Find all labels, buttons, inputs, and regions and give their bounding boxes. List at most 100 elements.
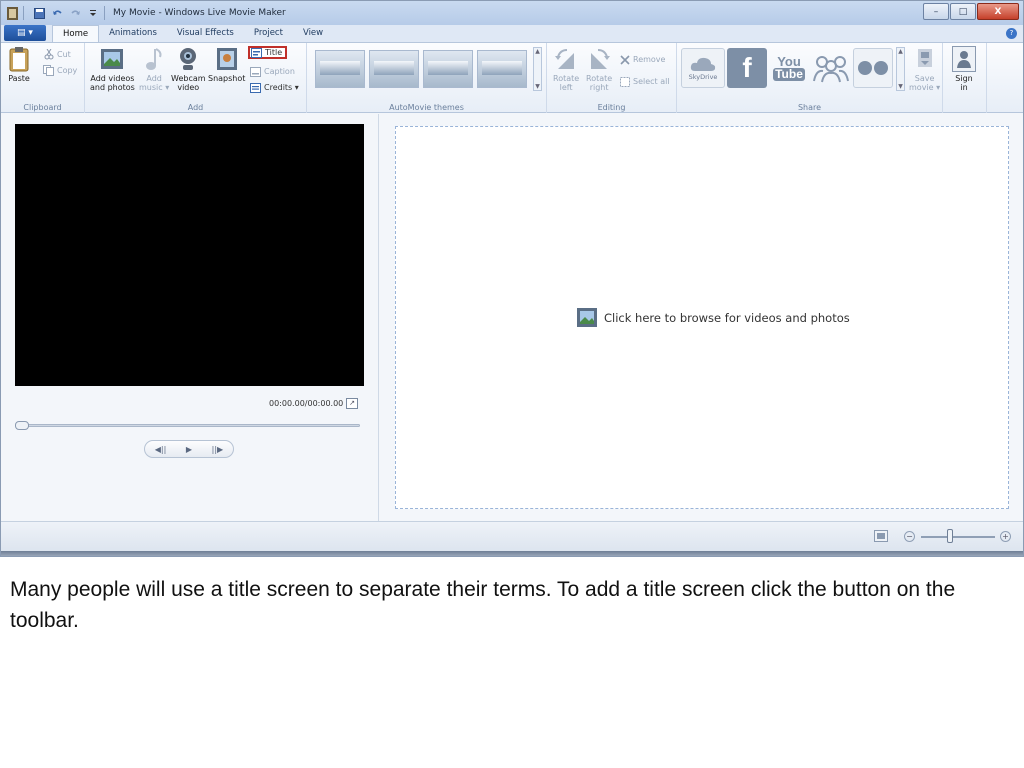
share-gallery-scroller[interactable]: ▲ ▼ xyxy=(896,47,905,91)
editing-group: Rotate left Rotate right Remove Select a… xyxy=(547,43,677,113)
preview-pane: 00:00.00/00:00.00 ↗ ◀|| ▶ ||▶ xyxy=(1,114,379,521)
movie-maker-window: My Movie - Windows Live Movie Maker – □ … xyxy=(0,0,1024,557)
cut-label: Cut xyxy=(57,50,71,59)
close-button[interactable]: X xyxy=(977,3,1019,20)
credits-button[interactable]: Credits ▾ xyxy=(250,81,299,94)
theme-thumbnail[interactable] xyxy=(423,50,473,88)
maximize-button[interactable]: □ xyxy=(950,3,976,20)
scroll-up-icon[interactable]: ▲ xyxy=(898,48,903,55)
remove-label: Remove xyxy=(633,55,666,64)
window-bottom-edge xyxy=(1,551,1023,556)
scroll-down-icon[interactable]: ▼ xyxy=(535,83,540,90)
rotate-left-label-1: Rotate xyxy=(553,74,580,83)
add-videos-button[interactable]: Add videos and photos xyxy=(90,46,135,92)
webcam-label-2: video xyxy=(177,83,200,92)
theme-thumbnail[interactable] xyxy=(315,50,365,88)
webcam-video-button[interactable]: Webcam video xyxy=(171,46,206,92)
cut-button[interactable]: Cut xyxy=(43,48,71,61)
zoom-out-button[interactable]: − xyxy=(904,531,915,542)
next-frame-button[interactable]: ||▶ xyxy=(212,445,224,454)
remove-button[interactable]: Remove xyxy=(619,53,665,66)
seek-bar[interactable] xyxy=(15,424,360,427)
theme-thumbnail[interactable] xyxy=(369,50,419,88)
scroll-down-icon[interactable]: ▼ xyxy=(898,83,903,90)
webcam-label-1: Webcam xyxy=(171,74,206,83)
slide-caption: Many people will use a title screen to s… xyxy=(10,578,956,632)
clipboard-group-label: Clipboard xyxy=(23,103,62,112)
film-photo-icon xyxy=(577,308,597,327)
scissors-icon xyxy=(43,49,54,60)
groups-share-button[interactable] xyxy=(811,48,851,88)
tab-view[interactable]: View xyxy=(293,25,333,42)
snapshot-label: Snapshot xyxy=(208,74,246,83)
save-movie-button[interactable]: Save movie ▾ xyxy=(909,46,940,92)
select-all-label: Select all xyxy=(633,77,670,86)
snapshot-button[interactable]: Snapshot xyxy=(208,46,245,83)
editing-group-label: Editing xyxy=(597,103,626,112)
copy-button[interactable]: Copy xyxy=(43,64,77,77)
sign-in-label-2: in xyxy=(960,83,968,92)
thumbnail-size-icon[interactable] xyxy=(874,530,888,542)
rotate-right-label-1: Rotate xyxy=(586,74,613,83)
facebook-button[interactable]: f xyxy=(727,48,767,88)
tab-home[interactable]: Home xyxy=(52,25,100,42)
film-photo-icon xyxy=(100,46,124,72)
fullscreen-icon[interactable]: ↗ xyxy=(346,398,358,409)
save-movie-label-1: Save xyxy=(914,74,935,83)
rotate-right-button[interactable]: Rotate right xyxy=(586,46,612,92)
app-menu-button[interactable]: ▤ ▾ xyxy=(4,25,46,41)
flickr-button[interactable] xyxy=(853,48,893,88)
help-icon[interactable]: ? xyxy=(1006,28,1017,39)
title-bar: My Movie - Windows Live Movie Maker – □ … xyxy=(1,1,1023,25)
window-title: My Movie - Windows Live Movie Maker xyxy=(113,8,286,18)
tab-project[interactable]: Project xyxy=(244,25,293,42)
rotate-left-icon xyxy=(554,46,578,72)
theme-thumbnail[interactable] xyxy=(477,50,527,88)
save-icon[interactable] xyxy=(32,6,46,20)
paste-button[interactable]: Paste xyxy=(7,46,31,83)
scroll-up-icon[interactable]: ▲ xyxy=(535,48,540,55)
title-icon xyxy=(251,47,262,58)
music-note-icon xyxy=(142,46,166,72)
sign-in-group: Sign in xyxy=(943,43,987,113)
undo-icon[interactable] xyxy=(50,6,64,20)
add-music-label-1: Add xyxy=(146,74,162,83)
add-group: Add videos and photos Add music ▾ Webcam… xyxy=(85,43,307,113)
caption-button[interactable]: Caption xyxy=(250,65,295,78)
app-icon xyxy=(5,6,19,20)
select-all-button[interactable]: Select all xyxy=(619,75,670,88)
add-videos-label-1: Add videos xyxy=(90,74,135,83)
rotate-left-button[interactable]: Rotate left xyxy=(553,46,579,92)
title-label: Title xyxy=(265,48,283,57)
redo-icon[interactable] xyxy=(68,6,82,20)
credits-label: Credits ▾ xyxy=(264,83,299,92)
customize-qat-icon[interactable] xyxy=(86,6,100,20)
tab-animations[interactable]: Animations xyxy=(99,25,167,42)
video-preview-screen[interactable] xyxy=(15,124,364,386)
zoom-slider-handle[interactable] xyxy=(947,529,953,543)
skydrive-button[interactable]: SkyDrive xyxy=(681,48,725,88)
play-button[interactable]: ▶ xyxy=(186,445,192,454)
ribbon-tabs: ▤ ▾ Home Animations Visual Effects Proje… xyxy=(1,25,1023,43)
share-group-label: Share xyxy=(797,103,822,112)
add-group-label: Add xyxy=(187,103,204,112)
browse-prompt[interactable]: Click here to browse for videos and phot… xyxy=(576,307,850,328)
themes-gallery-scroller[interactable]: ▲ ▼ xyxy=(533,47,542,91)
automovie-themes-group: ▲ ▼ AutoMovie themes xyxy=(307,43,547,113)
storyboard-area[interactable]: Click here to browse for videos and phot… xyxy=(395,126,1009,509)
add-music-button[interactable]: Add music ▾ xyxy=(139,46,169,92)
sign-in-button[interactable]: Sign in xyxy=(952,46,976,92)
cloud-icon xyxy=(690,57,716,71)
copy-icon xyxy=(43,65,54,76)
status-bar: − + xyxy=(1,521,1023,551)
seek-handle[interactable] xyxy=(15,421,29,430)
title-button[interactable]: Title xyxy=(248,46,288,59)
zoom-in-button[interactable]: + xyxy=(1000,531,1011,542)
youtube-button[interactable]: You Tube xyxy=(769,48,809,88)
clipboard-group: Paste Cut Copy Clipboard xyxy=(1,43,85,113)
minimize-button[interactable]: – xyxy=(923,3,949,20)
add-music-label-2: music ▾ xyxy=(139,83,170,92)
zoom-slider-track[interactable] xyxy=(921,536,995,538)
tab-visual-effects[interactable]: Visual Effects xyxy=(167,25,244,42)
previous-frame-button[interactable]: ◀|| xyxy=(155,445,167,454)
